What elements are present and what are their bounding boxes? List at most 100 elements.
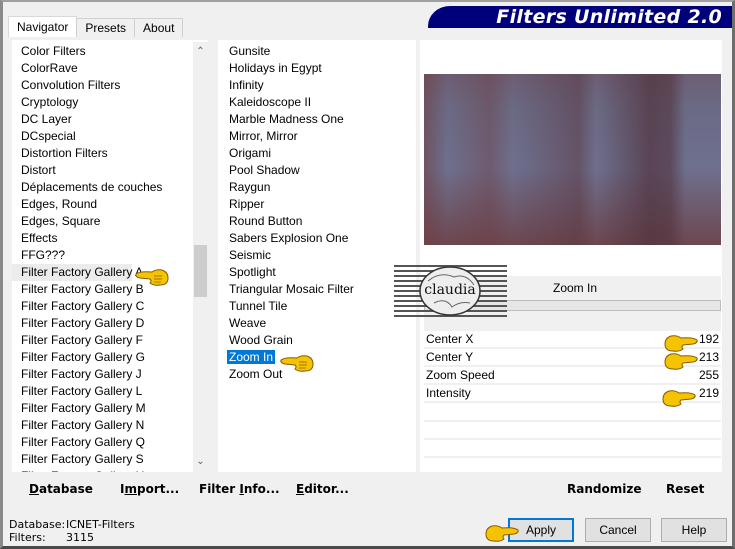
help-button[interactable]: Help <box>661 518 727 542</box>
filter-item-label: Wood Grain <box>229 333 293 347</box>
filter-item[interactable]: Seismic <box>218 247 416 264</box>
param-label: Zoom Speed <box>426 368 495 382</box>
filter-item[interactable]: Holidays in Egypt <box>218 60 416 77</box>
pointing-hand-icon <box>664 353 698 370</box>
randomize-button[interactable]: Randomize <box>567 482 641 496</box>
category-item[interactable]: FFG??? <box>12 247 208 264</box>
category-item[interactable]: Distort <box>12 162 208 179</box>
filter-item[interactable]: Tunnel Tile <box>218 298 416 315</box>
category-item[interactable]: Filter Factory Gallery S <box>12 451 208 468</box>
category-item[interactable]: Filter Factory Gallery L <box>12 383 208 400</box>
filter-list[interactable]: Gunsite Holidays in Egypt Infinity Kaleidos… <box>218 40 416 472</box>
status-value: ICNET-Filters <box>66 518 135 531</box>
param-value: 255 <box>698 368 719 382</box>
filter-item[interactable]: Kaleidoscope II <box>218 94 416 111</box>
filter-item[interactable]: Triangular Mosaic Filter <box>218 281 416 298</box>
category-item[interactable]: Effects <box>12 230 208 247</box>
app-title-banner: Filters Unlimited 2.0 <box>428 6 732 28</box>
label-part: nfo... <box>243 482 280 496</box>
category-item[interactable]: Filter Factory Gallery J <box>12 366 208 383</box>
filter-item[interactable]: Wood Grain <box>218 332 416 349</box>
category-item[interactable]: Filter Factory Gallery F <box>12 332 208 349</box>
chevron-down-icon[interactable]: ⌄ <box>193 454 208 470</box>
status-filters: Filters: 3115 <box>9 531 94 544</box>
param-value: 213 <box>698 350 719 364</box>
status-database: Database: ICNET-Filters <box>9 518 135 531</box>
filter-info-button[interactable]: Filter Info... <box>199 482 280 496</box>
category-item[interactable]: Filter Factory Gallery B <box>12 281 208 298</box>
scrollbar-thumb[interactable] <box>194 245 207 297</box>
category-item[interactable]: Color Filters <box>12 43 208 60</box>
category-item[interactable]: DCspecial <box>12 128 208 145</box>
category-item[interactable]: Edges, Round <box>12 196 208 213</box>
filter-item-selected[interactable]: Zoom In <box>218 349 416 366</box>
filter-item[interactable]: Mirror, Mirror <box>218 128 416 145</box>
category-item[interactable]: Filter Factory Gallery A <box>12 264 143 281</box>
filter-item-label: Zoom Out <box>229 367 283 381</box>
filter-item-label: Triangular Mosaic Filter <box>229 282 354 296</box>
accelerator-key: m <box>124 482 137 496</box>
database-button[interactable]: Database <box>29 482 93 496</box>
filter-item[interactable]: Zoom Out <box>218 366 416 383</box>
category-item[interactable]: Filter Factory Gallery G <box>12 349 208 366</box>
filter-item[interactable]: Pool Shadow <box>218 162 416 179</box>
filter-item[interactable]: Spotlight <box>218 264 416 281</box>
filter-item[interactable]: Marble Madness One <box>218 111 416 128</box>
filter-item[interactable]: Sabers Explosion One <box>218 230 416 247</box>
filter-item-label: Round Button <box>229 214 303 228</box>
accelerator-key: D <box>29 482 39 496</box>
category-list[interactable]: Color Filters ColorRave Convolution Filter… <box>12 40 208 472</box>
filter-item[interactable]: Gunsite <box>218 43 416 60</box>
filter-item[interactable]: Infinity <box>218 77 416 94</box>
filter-item[interactable]: Weave <box>218 315 416 332</box>
filter-item-label: Mirror, Mirror <box>229 129 298 143</box>
category-item[interactable]: ColorRave <box>12 60 208 77</box>
filter-item-label: Spotlight <box>229 265 276 279</box>
filter-item-label: Kaleidoscope II <box>229 95 312 109</box>
filter-item-label: Gunsite <box>229 44 271 58</box>
category-item[interactable]: Filter Factory Gallery M <box>12 400 208 417</box>
category-item[interactable]: Déplacements de couches <box>12 179 208 196</box>
pointing-hand-icon <box>485 525 519 542</box>
category-item[interactable]: Filter Factory Gallery Q <box>12 434 208 451</box>
filter-item[interactable]: Round Button <box>218 213 416 230</box>
label-part: atabase <box>38 482 93 496</box>
category-item[interactable]: Distortion Filters <box>12 145 208 162</box>
pointing-hand-icon <box>280 355 314 372</box>
category-scrollbar[interactable]: ⌃ ⌄ <box>193 42 208 472</box>
label-part: ditor... <box>304 482 349 496</box>
filter-item-label: Zoom In <box>227 350 276 364</box>
filter-item-label: Ripper <box>229 197 265 211</box>
filter-item-label: Origami <box>229 146 272 160</box>
preview-image <box>424 74 721 245</box>
category-item[interactable]: Filter Factory Gallery C <box>12 298 208 315</box>
tab-presets[interactable]: Presets <box>76 18 136 37</box>
tab-navigator[interactable]: Navigator <box>8 16 78 37</box>
filter-item-label: Seismic <box>229 248 272 262</box>
filter-item-label: Pool Shadow <box>229 163 300 177</box>
category-item[interactable]: Filter Factory Gallery N <box>12 417 208 434</box>
param-value: 219 <box>698 386 719 400</box>
filter-item[interactable]: Raygun <box>218 179 416 196</box>
import-button[interactable]: Import... <box>120 482 179 496</box>
category-item[interactable]: Edges, Square <box>12 213 208 230</box>
param-row-divider <box>424 420 721 422</box>
chevron-up-icon[interactable]: ⌃ <box>193 44 208 60</box>
category-item[interactable]: Filter Factory Gallery D <box>12 315 208 332</box>
category-item[interactable]: DC Layer <box>12 111 208 128</box>
filter-item[interactable]: Ripper <box>218 196 416 213</box>
current-filter-name: Zoom In <box>553 281 598 295</box>
category-item[interactable]: Cryptology <box>12 94 208 111</box>
status-value: 3115 <box>66 531 94 544</box>
pointing-hand-icon <box>664 335 698 352</box>
category-item[interactable]: Convolution Filters <box>12 77 208 94</box>
filter-item-label: Marble Madness One <box>229 112 344 126</box>
cancel-button[interactable]: Cancel <box>585 518 651 542</box>
reset-button[interactable]: Reset <box>666 482 704 496</box>
status-label: Filters: <box>9 531 46 544</box>
tab-about[interactable]: About <box>134 18 184 37</box>
editor-button[interactable]: Editor... <box>296 482 349 496</box>
category-item[interactable]: Filter Factory Gallery U <box>12 468 208 472</box>
right-button-strip: Randomize Reset <box>423 477 722 503</box>
filter-item[interactable]: Origami <box>218 145 416 162</box>
